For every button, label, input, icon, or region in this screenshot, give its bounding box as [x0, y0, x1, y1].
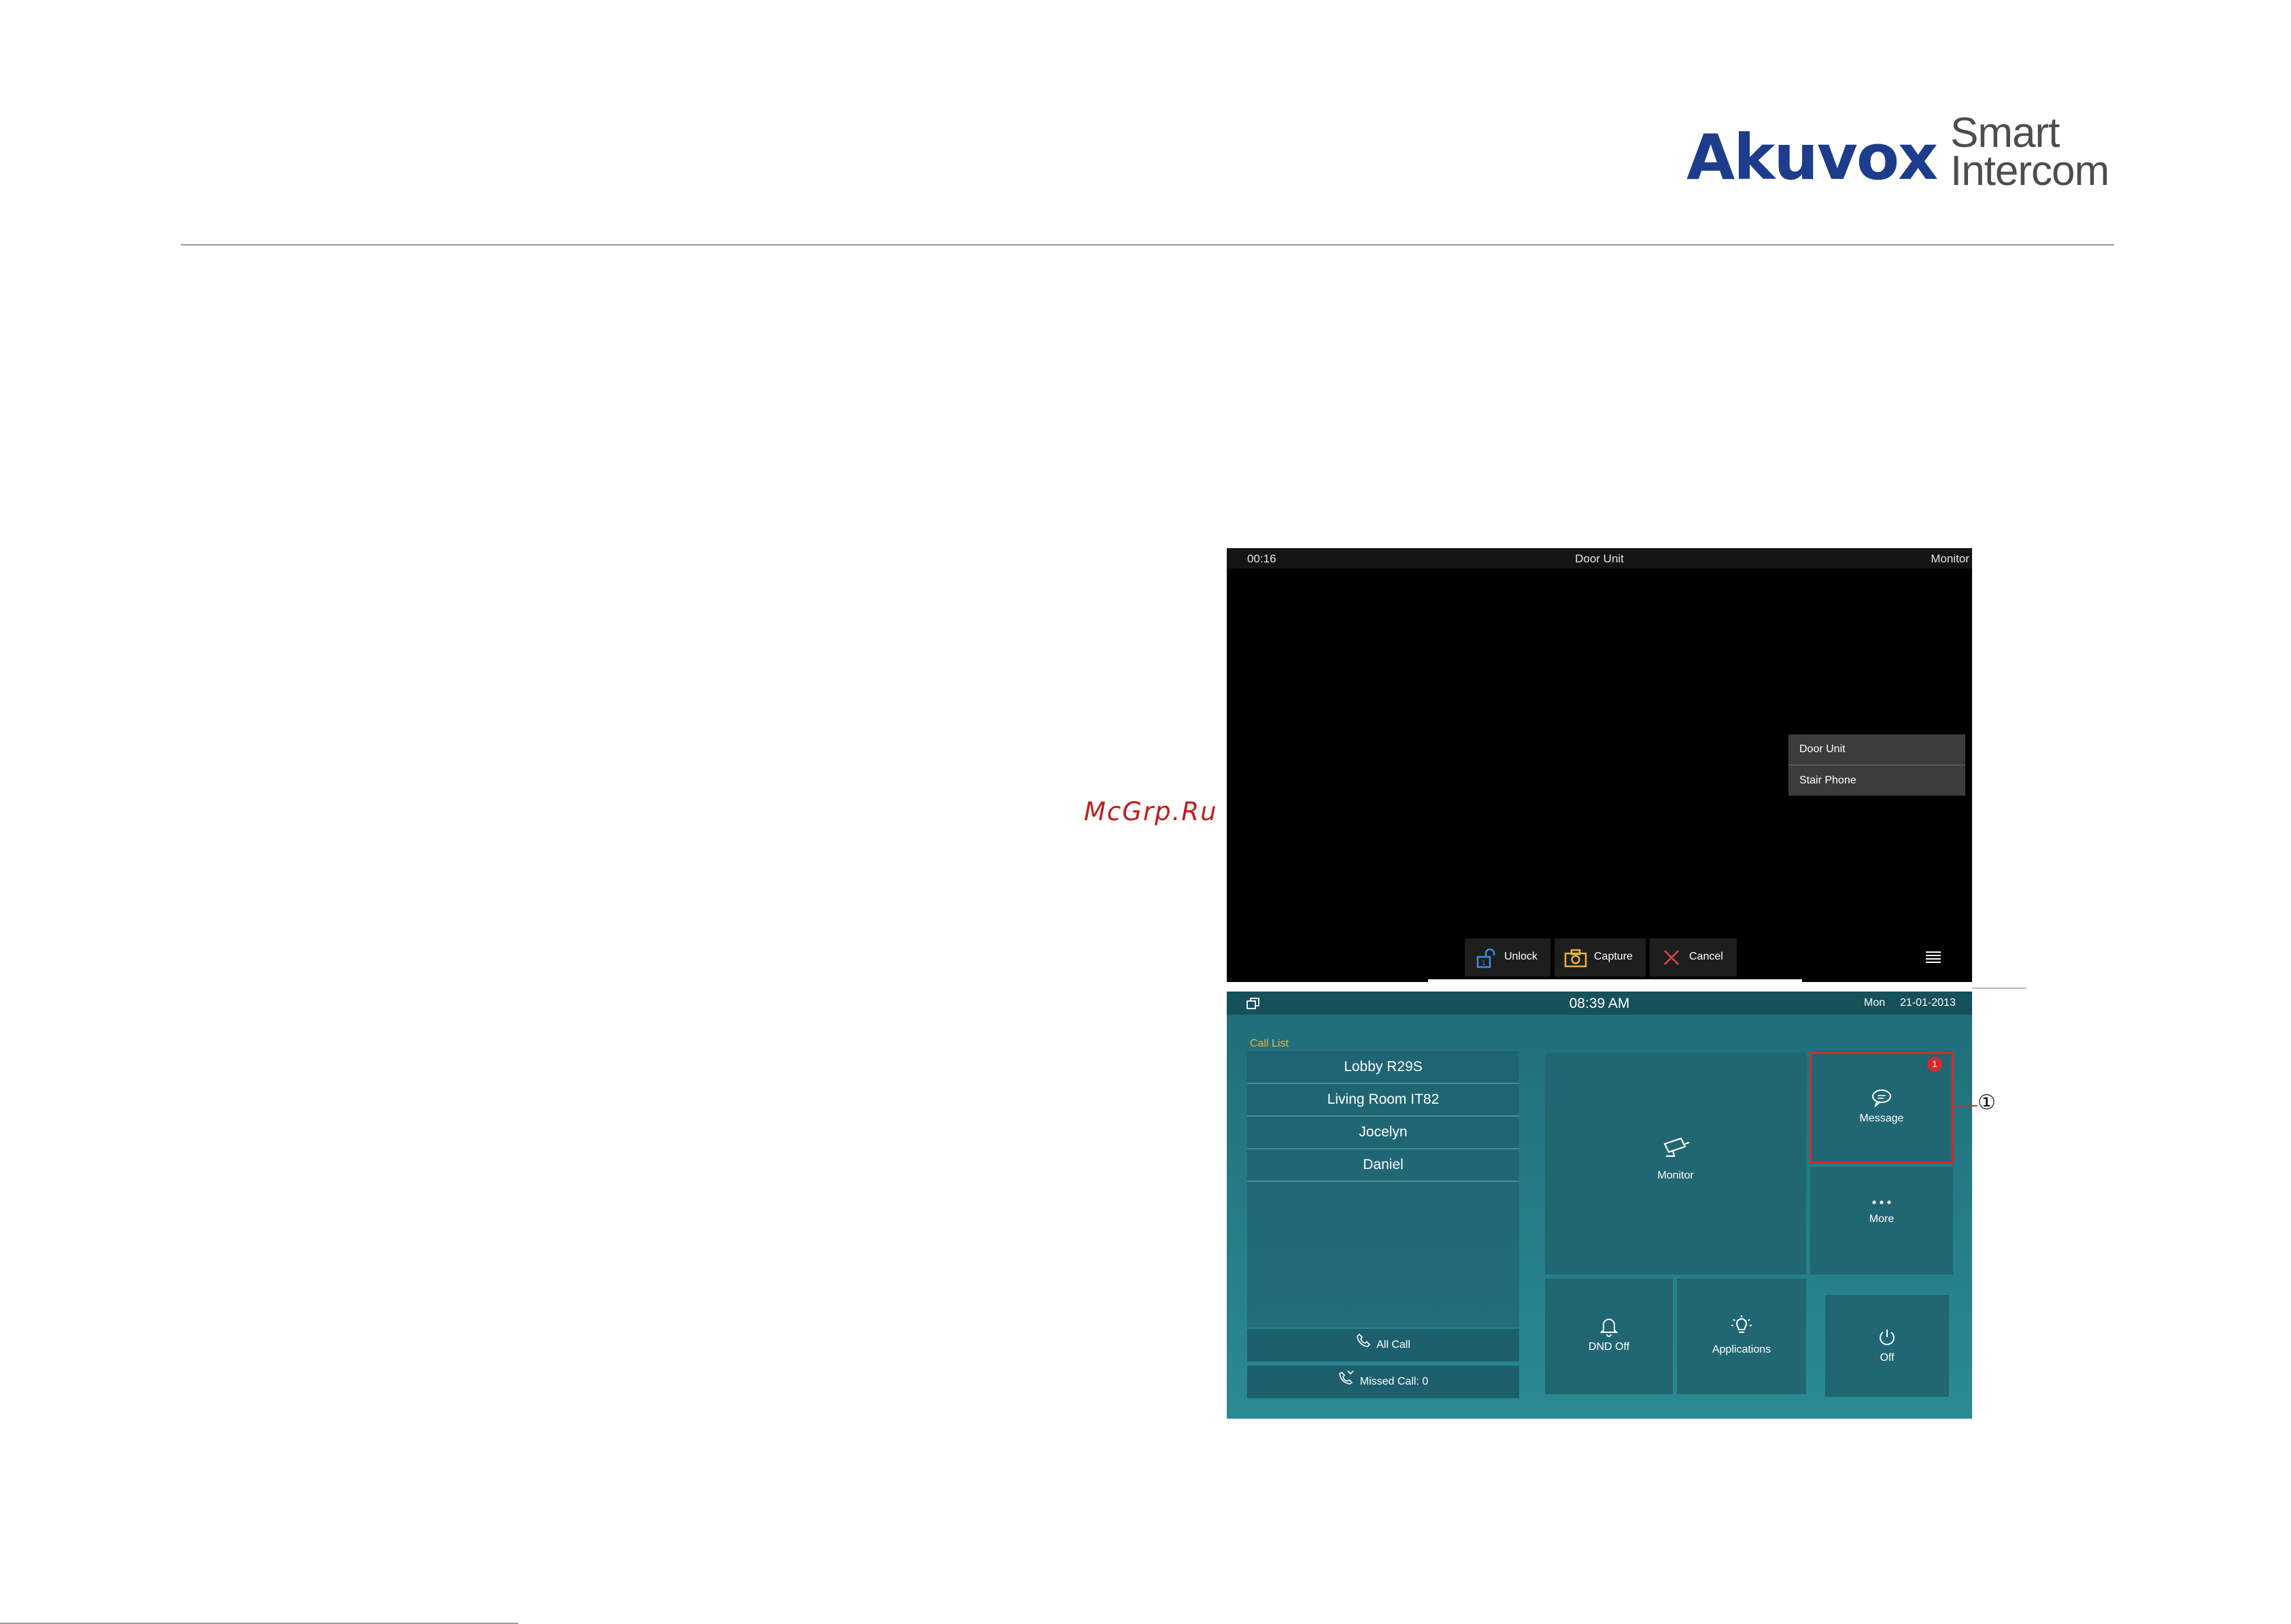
logo-tagline-line-2: Intercom	[1950, 148, 2109, 194]
capture-label: Capture	[1594, 951, 1633, 962]
bell-icon	[1545, 1315, 1673, 1340]
all-call-label: All Call	[1376, 1339, 1410, 1351]
monitor-status-bar: 00:16 Door Unit Monitor	[1227, 548, 1972, 569]
home-screen: 08:39 AM Mon 21-01-2013 Call List Lobby …	[1227, 992, 1972, 1419]
more-tile[interactable]: More	[1810, 1167, 1953, 1274]
device-option-door-unit[interactable]: Door Unit	[1788, 734, 1965, 764]
missed-call-label: Missed Call: 0	[1359, 1376, 1429, 1388]
capture-button[interactable]: Capture	[1555, 938, 1646, 977]
weekday: Mon	[1864, 997, 1886, 1009]
screen-separator-line	[1972, 987, 2026, 989]
call-list-item[interactable]: Living Room IT82	[1247, 1084, 1519, 1117]
logo-tagline-line-1: Smart	[1950, 109, 2060, 156]
device-dropdown: Door Unit Stair Phone	[1788, 734, 1965, 796]
call-list-title: Call List	[1250, 1038, 1289, 1049]
power-off-tile-label: Off	[1880, 1352, 1895, 1364]
callout-leader-line	[1952, 1105, 1978, 1106]
call-list-item[interactable]: Jocelyn	[1247, 1117, 1519, 1149]
logo-tagline: Smart Intercom	[1950, 109, 2109, 194]
call-list: Lobby R29S Living Room IT82 Jocelyn Dani…	[1247, 1051, 1519, 1327]
callout-marker: ①	[1978, 1091, 1996, 1115]
clock: 08:39 AM	[1569, 996, 1630, 1011]
unread-message-badge: 1	[1927, 1057, 1942, 1072]
home-status-bar: 08:39 AM Mon 21-01-2013	[1227, 992, 1972, 1015]
more-tile-label: More	[1869, 1213, 1895, 1225]
message-tile-label: Message	[1859, 1113, 1904, 1124]
call-list-item[interactable]: Daniel	[1247, 1149, 1519, 1182]
watermark: McGrp.Ru	[1084, 797, 1218, 826]
missed-call-button[interactable]: Missed Call: 0	[1247, 1366, 1519, 1398]
action-bar-indicator	[1428, 979, 1802, 982]
monitor-tile-label: Monitor	[1657, 1170, 1694, 1181]
cancel-label: Cancel	[1689, 951, 1723, 962]
unlock-button[interactable]: 1 Unlock	[1465, 938, 1550, 977]
cctv-camera-icon	[1545, 1134, 1806, 1165]
date: 21-01-2013	[1900, 997, 1956, 1009]
unlock-label: Unlock	[1504, 951, 1538, 962]
applications-tile[interactable]: Applications	[1677, 1279, 1806, 1394]
monitor-screen: 00:16 Door Unit Monitor Door Unit Stair …	[1227, 548, 1972, 982]
svg-text:1: 1	[1482, 960, 1486, 967]
missed-call-icon	[1338, 1366, 1355, 1398]
monitor-mode-label: Monitor	[1931, 552, 1969, 565]
dnd-tile[interactable]: DND Off	[1545, 1279, 1673, 1394]
header-divider	[181, 244, 2114, 246]
call-list-item[interactable]: Lobby R29S	[1247, 1051, 1519, 1084]
message-tile[interactable]: 1 Message	[1810, 1052, 1954, 1164]
all-call-button[interactable]: All Call	[1247, 1329, 1519, 1361]
applications-tile-label: Applications	[1712, 1344, 1771, 1355]
more-dots-icon	[1810, 1197, 1953, 1209]
menu-icon[interactable]	[1926, 949, 1941, 964]
camera-icon	[1564, 948, 1587, 972]
device-option-stair-phone[interactable]: Stair Phone	[1788, 764, 1965, 796]
phone-icon	[1356, 1329, 1371, 1361]
monitor-tile[interactable]: Monitor	[1545, 1053, 1806, 1274]
dnd-tile-label: DND Off	[1588, 1341, 1630, 1353]
cancel-button[interactable]: Cancel	[1650, 938, 1737, 977]
message-bubble-icon	[1810, 1088, 1953, 1111]
lightbulb-icon	[1677, 1314, 1806, 1340]
close-icon	[1662, 948, 1681, 970]
unlock-icon: 1	[1476, 948, 1496, 972]
power-off-tile[interactable]: Off	[1825, 1295, 1949, 1397]
logo-wordmark: Akuvox	[1686, 121, 1938, 194]
monitor-title: Door Unit	[1575, 552, 1624, 565]
power-icon	[1825, 1327, 1949, 1351]
